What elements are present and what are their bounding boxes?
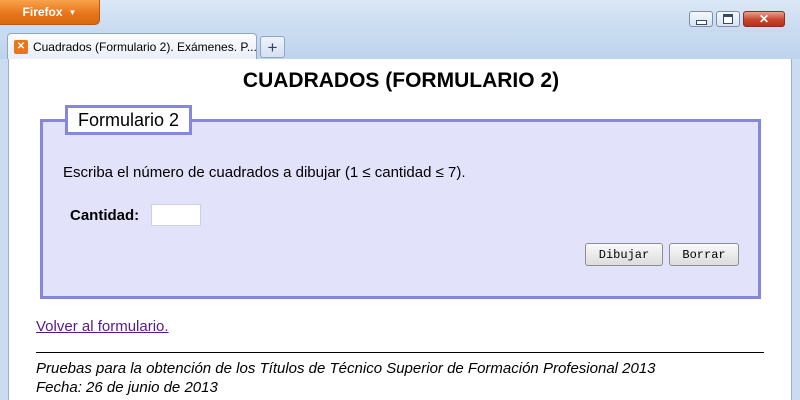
close-icon: ✕ [758, 12, 770, 26]
instructions-text: Escriba el número de cuadrados a dibujar… [63, 164, 466, 181]
maximize-icon [723, 14, 733, 24]
page-viewport: CUADRADOS (FORMULARIO 2) Formulario 2 Es… [8, 59, 792, 400]
maximize-button[interactable] [716, 11, 740, 27]
minimize-button[interactable] [689, 11, 713, 27]
minimize-icon [695, 19, 707, 25]
footer: Pruebas para la obtención de los Títulos… [36, 359, 656, 397]
footer-date: Fecha: 26 de junio de 2013 [36, 379, 218, 396]
tab-title: Cuadrados (Formulario 2). Exámenes. P... [32, 39, 256, 54]
firefox-menu-label: Firefox [22, 5, 63, 19]
back-to-form-link[interactable]: Volver al formulario. [36, 318, 169, 335]
form-fieldset: Formulario 2 Escriba el número de cuadra… [40, 105, 761, 299]
clear-button[interactable]: Borrar [669, 243, 739, 266]
fieldset-legend: Formulario 2 [65, 105, 193, 135]
quantity-input[interactable] [151, 204, 201, 226]
new-tab-button[interactable]: + [260, 36, 285, 58]
window-controls: ✕ [689, 11, 785, 27]
firefox-menu-button[interactable]: Firefox ▼ [0, 0, 100, 25]
tab-strip: ✕ Cuadrados (Formulario 2). Exámenes. P.… [0, 32, 800, 59]
page-title: CUADRADOS (FORMULARIO 2) [242, 69, 560, 92]
plus-icon: + [267, 37, 278, 57]
tab-active[interactable]: ✕ Cuadrados (Formulario 2). Exámenes. P.… [7, 33, 257, 59]
draw-button[interactable]: Dibujar [585, 243, 663, 266]
chevron-down-icon: ▼ [68, 7, 77, 17]
favicon-icon: ✕ [14, 39, 28, 54]
quantity-label: Cantidad: [70, 207, 140, 224]
window-titlebar: Firefox ▼ ✕ [0, 0, 800, 32]
footer-line-1: Pruebas para la obtención de los Títulos… [36, 360, 656, 377]
footer-divider [36, 352, 764, 353]
close-window-button[interactable]: ✕ [743, 11, 785, 27]
